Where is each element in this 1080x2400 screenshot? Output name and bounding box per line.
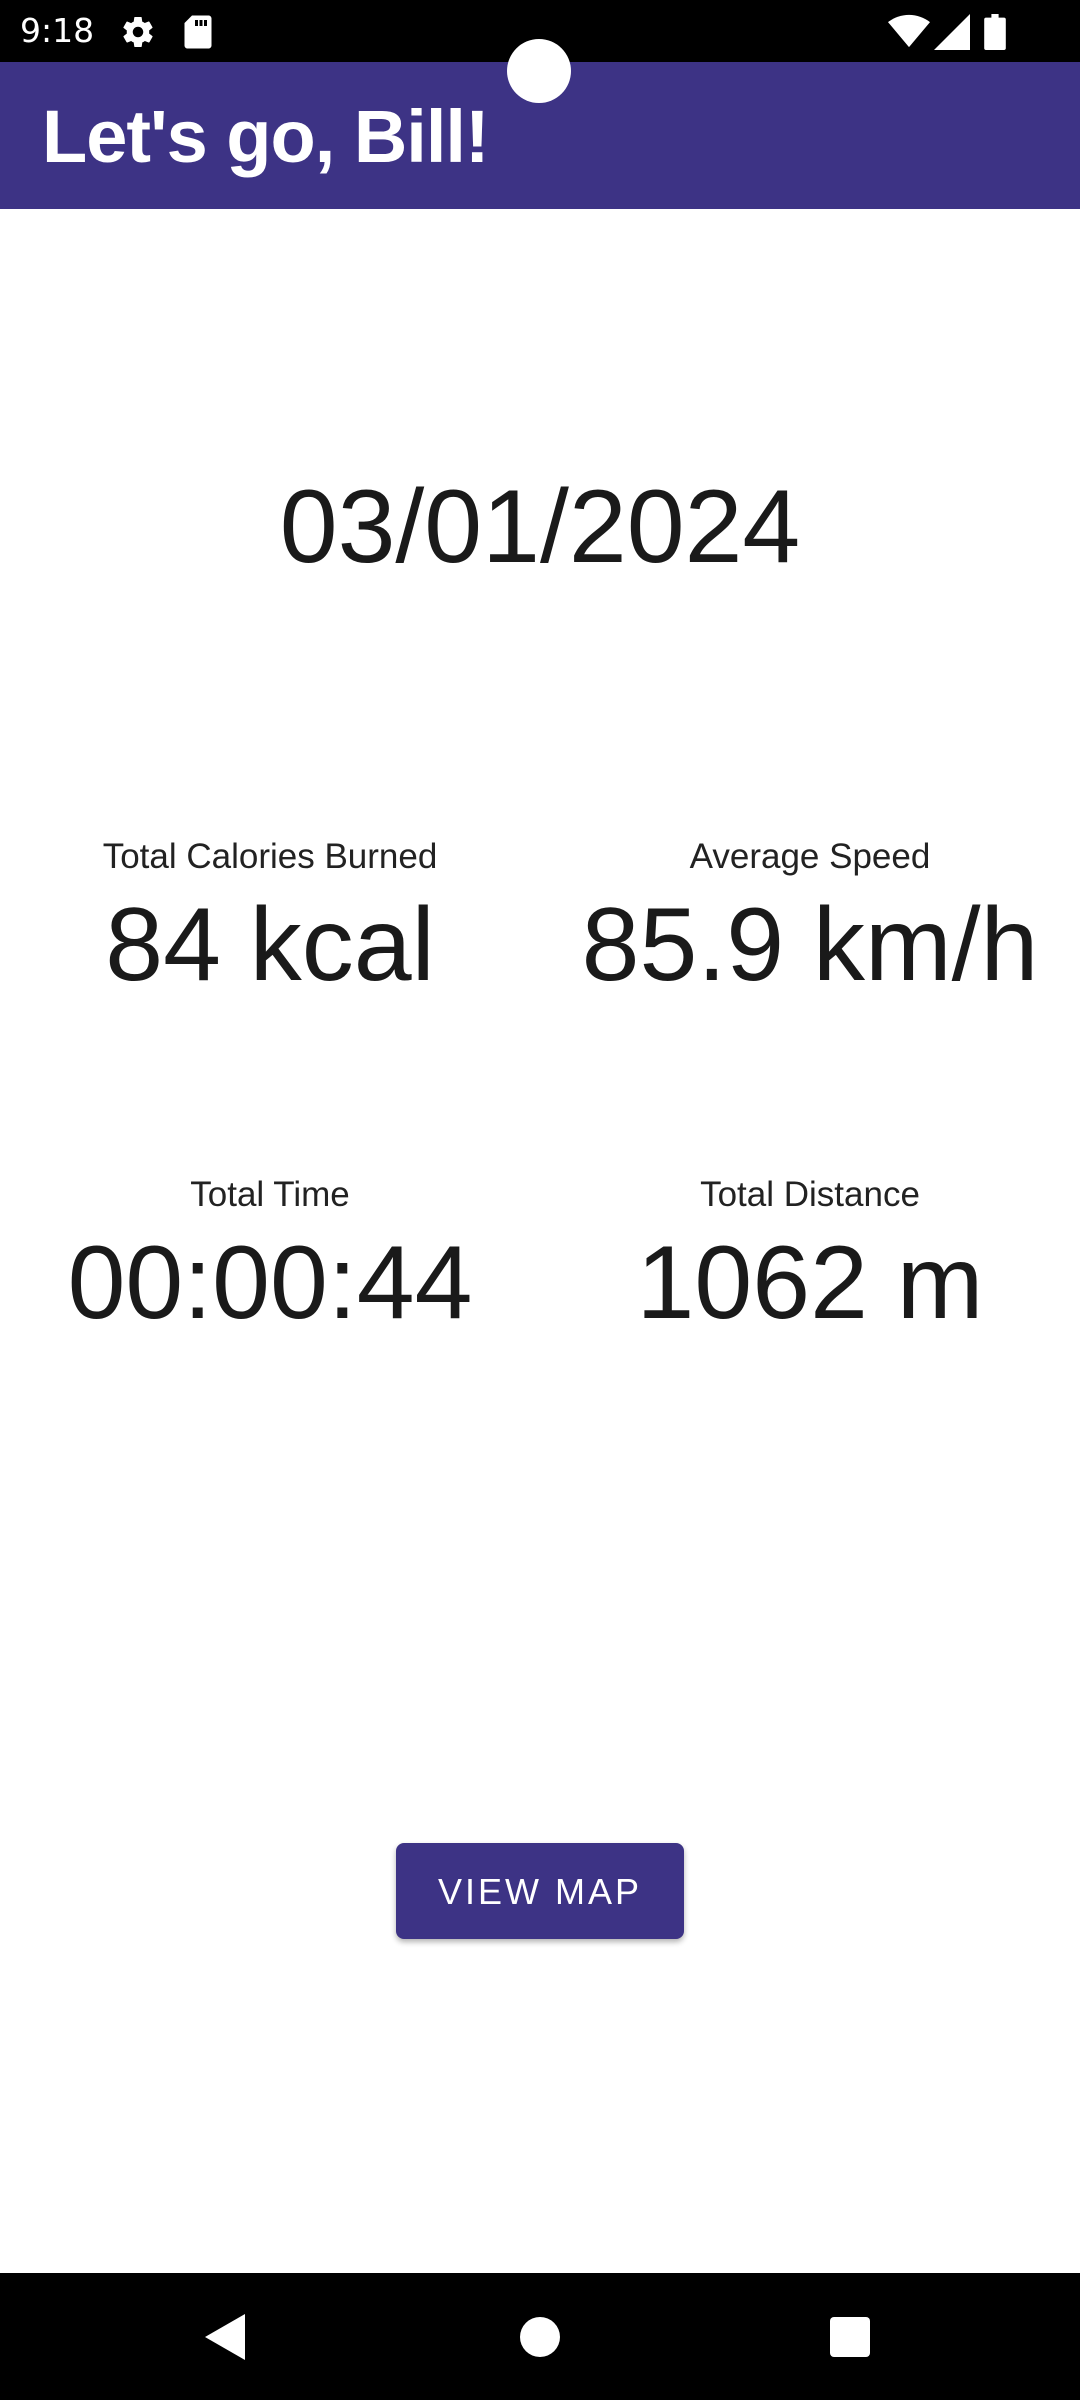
settings-icon [123, 17, 153, 48]
stat-calories: Total Calories Burned 84 kcal [0, 835, 540, 1001]
status-time: 9:18 [20, 11, 95, 50]
speed-value: 85.9 km/h [581, 887, 1039, 1003]
nav-recents-button[interactable] [770, 2273, 930, 2400]
view-map-button[interactable]: VIEW MAP [396, 1843, 684, 1939]
distance-label: Total Distance [700, 1175, 920, 1214]
stat-time: Total Time 00:00:44 [0, 1173, 540, 1339]
time-value: 00:00:44 [67, 1225, 473, 1341]
signal-icon [934, 14, 970, 50]
nav-bar [0, 2273, 1080, 2400]
page-title: Let's go, Bill! [42, 95, 490, 178]
screen: 9:18 Let's go, Bill! 03/01/2024 Total Ca… [0, 0, 1080, 2400]
battery-icon [984, 14, 1006, 50]
stat-distance: Total Distance 1062 m [540, 1173, 1080, 1339]
calories-value: 84 kcal [105, 887, 435, 1003]
calories-label: Total Calories Burned [102, 837, 438, 876]
back-icon [205, 2313, 245, 2360]
workout-date: 03/01/2024 [279, 469, 801, 585]
camera-cutout [507, 39, 571, 103]
speed-label: Average Speed [689, 837, 931, 876]
nav-back-button[interactable] [145, 2273, 305, 2400]
distance-value: 1062 m [636, 1225, 984, 1341]
wifi-icon [888, 14, 930, 48]
nav-home-button[interactable] [460, 2273, 620, 2400]
home-icon [520, 2316, 560, 2357]
recents-icon [830, 2316, 870, 2357]
main-content: 03/01/2024 Total Calories Burned 84 kcal… [0, 209, 1080, 2273]
time-label: Total Time [190, 1175, 350, 1214]
sd-card-icon [184, 15, 212, 49]
stat-speed: Average Speed 85.9 km/h [540, 835, 1080, 1001]
